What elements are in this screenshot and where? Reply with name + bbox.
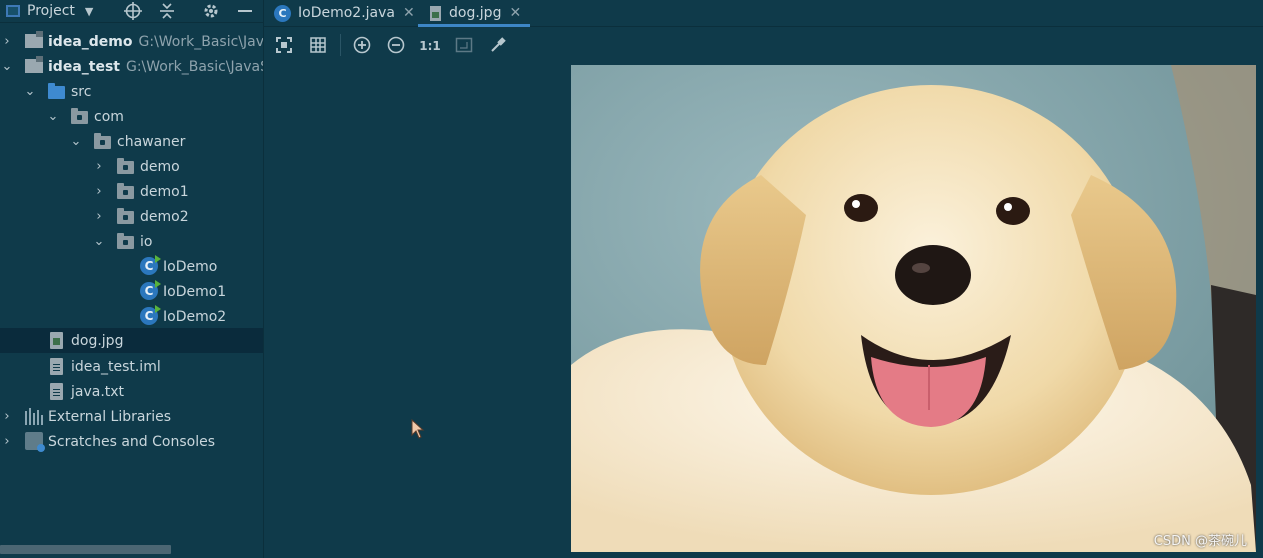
tree-item-label: java.txt [71,383,125,400]
color-picker-icon[interactable] [488,36,508,56]
tree-item-label: io [140,233,153,250]
package-icon [117,183,134,199]
tree-item-dog-jpg[interactable]: dog.jpg [0,328,263,353]
sidebar-scrollbar[interactable] [0,545,171,554]
chessboard-icon[interactable] [454,36,474,56]
tree-item-external-libraries[interactable]: › External Libraries [0,404,263,429]
tree-item-iodemo2[interactable]: C IoDemo2 [0,304,263,329]
text-file-icon [50,383,63,400]
project-panel-header: Project ▼ [0,0,263,23]
module-icon [25,56,43,73]
tree-item-src[interactable]: ⌄ src [0,79,263,104]
tab-label: IoDemo2.java [298,5,395,21]
tree-item-label: idea_demo [48,33,133,50]
tree-item-demo[interactable]: › demo [0,154,263,179]
chevron-right-icon[interactable]: › [92,159,106,174]
tree-item-iodemo1[interactable]: C IoDemo1 [0,279,263,304]
scratches-icon [25,432,45,452]
tree-item-label: demo1 [140,183,189,200]
java-class-icon: C [140,255,161,275]
grid-icon[interactable] [308,36,328,56]
watermark-text: CSDN @茶碗儿 [1153,534,1247,549]
file-icon [50,358,63,375]
crosshair-icon[interactable] [124,0,142,22]
image-file-icon [430,5,441,21]
tree-item-label: chawaner [117,133,186,150]
package-icon [71,108,88,124]
module-path: G:\Work_Basic\JavaSE [125,58,263,75]
chevron-right-icon[interactable]: › [92,184,106,199]
chevron-right-icon[interactable]: › [92,209,106,224]
tree-item-label: demo [140,158,180,175]
chevron-right-icon[interactable]: › [0,434,14,449]
editor-tab-bar: C IoDemo2.java ✕ dog.jpg ✕ [264,0,1263,27]
zoom-in-icon[interactable] [352,36,372,56]
java-class-icon: C [140,305,161,325]
tree-item-demo1[interactable]: › demo1 [0,179,263,204]
collapse-icon[interactable] [158,0,176,22]
tree-item-io[interactable]: ⌄ io [0,229,263,254]
java-class-icon: C [140,280,161,300]
source-folder-icon [48,83,65,99]
tree-item-scratches[interactable]: › Scratches and Consoles [0,429,263,454]
tree-item-com[interactable]: ⌄ com [0,104,263,129]
zoom-out-icon[interactable] [386,36,406,56]
module-path: G:\Work_Basic\JavaSE [138,33,264,50]
tree-item-label: src [71,83,92,100]
libraries-icon [25,408,43,425]
tree-item-label: IoDemo [163,258,218,275]
chevron-down-icon[interactable]: ⌄ [46,109,60,124]
package-icon [117,158,134,174]
package-icon [94,133,111,149]
toolbar-separator [340,34,341,56]
tree-item-label: dog.jpg [71,332,124,349]
tree-item-label: idea_test [48,58,120,75]
minimize-icon[interactable] [237,0,253,22]
tree-item-label: External Libraries [48,408,171,425]
chevron-down-icon[interactable]: ⌄ [0,59,14,74]
tree-item-chawaner[interactable]: ⌄ chawaner [0,129,263,154]
actual-size-icon[interactable]: 1:1 [419,36,441,56]
tree-item-idea-demo[interactable]: › idea_demo G:\Work_Basic\JavaSE [0,29,263,54]
tree-item-label: IoDemo2 [163,308,227,325]
tree-item-label: idea_test.iml [71,358,161,375]
package-icon [117,233,134,249]
image-file-icon [50,332,63,349]
fit-icon[interactable] [274,36,294,56]
image-toolbar: 1:1 [264,28,1263,62]
close-icon[interactable]: ✕ [403,5,415,21]
chevron-down-icon: ▼ [84,4,94,18]
tree-item-iodemo[interactable]: C IoDemo [0,254,263,279]
tree-item-idea-test[interactable]: ⌄ idea_test G:\Work_Basic\JavaSE [0,54,263,79]
project-panel: Project ▼ › idea_demo G:\Work_Basic\JavaS… [0,0,264,558]
java-class-icon: C [274,4,291,22]
mouse-cursor-icon [411,418,425,443]
tree-item-label: com [94,108,124,125]
project-view-selector[interactable]: Project ▼ [6,0,93,22]
tab-dog-jpg[interactable]: dog.jpg ✕ [418,0,530,27]
package-icon [117,208,134,224]
tab-label: dog.jpg [449,5,502,21]
chevron-right-icon[interactable]: › [0,409,14,424]
close-icon[interactable]: ✕ [509,5,521,21]
tree-item-idea-test-iml[interactable]: idea_test.iml [0,354,263,379]
image-preview [571,65,1256,552]
chevron-down-icon[interactable]: ⌄ [69,134,83,149]
project-title: Project [27,3,75,19]
tab-iodemo2-java[interactable]: C IoDemo2.java ✕ [274,0,415,26]
chevron-right-icon[interactable]: › [0,34,14,49]
dog-photo [571,65,1256,552]
module-icon [25,31,43,48]
project-icon [6,5,20,17]
tree-item-label: Scratches and Consoles [48,433,215,450]
tree-item-demo2[interactable]: › demo2 [0,204,263,229]
gear-icon[interactable] [202,0,220,22]
tree-item-java-txt[interactable]: java.txt [0,379,263,404]
chevron-down-icon[interactable]: ⌄ [23,84,37,99]
tree-item-label: IoDemo1 [163,283,227,300]
chevron-down-icon[interactable]: ⌄ [92,234,106,249]
tree-item-label: demo2 [140,208,189,225]
